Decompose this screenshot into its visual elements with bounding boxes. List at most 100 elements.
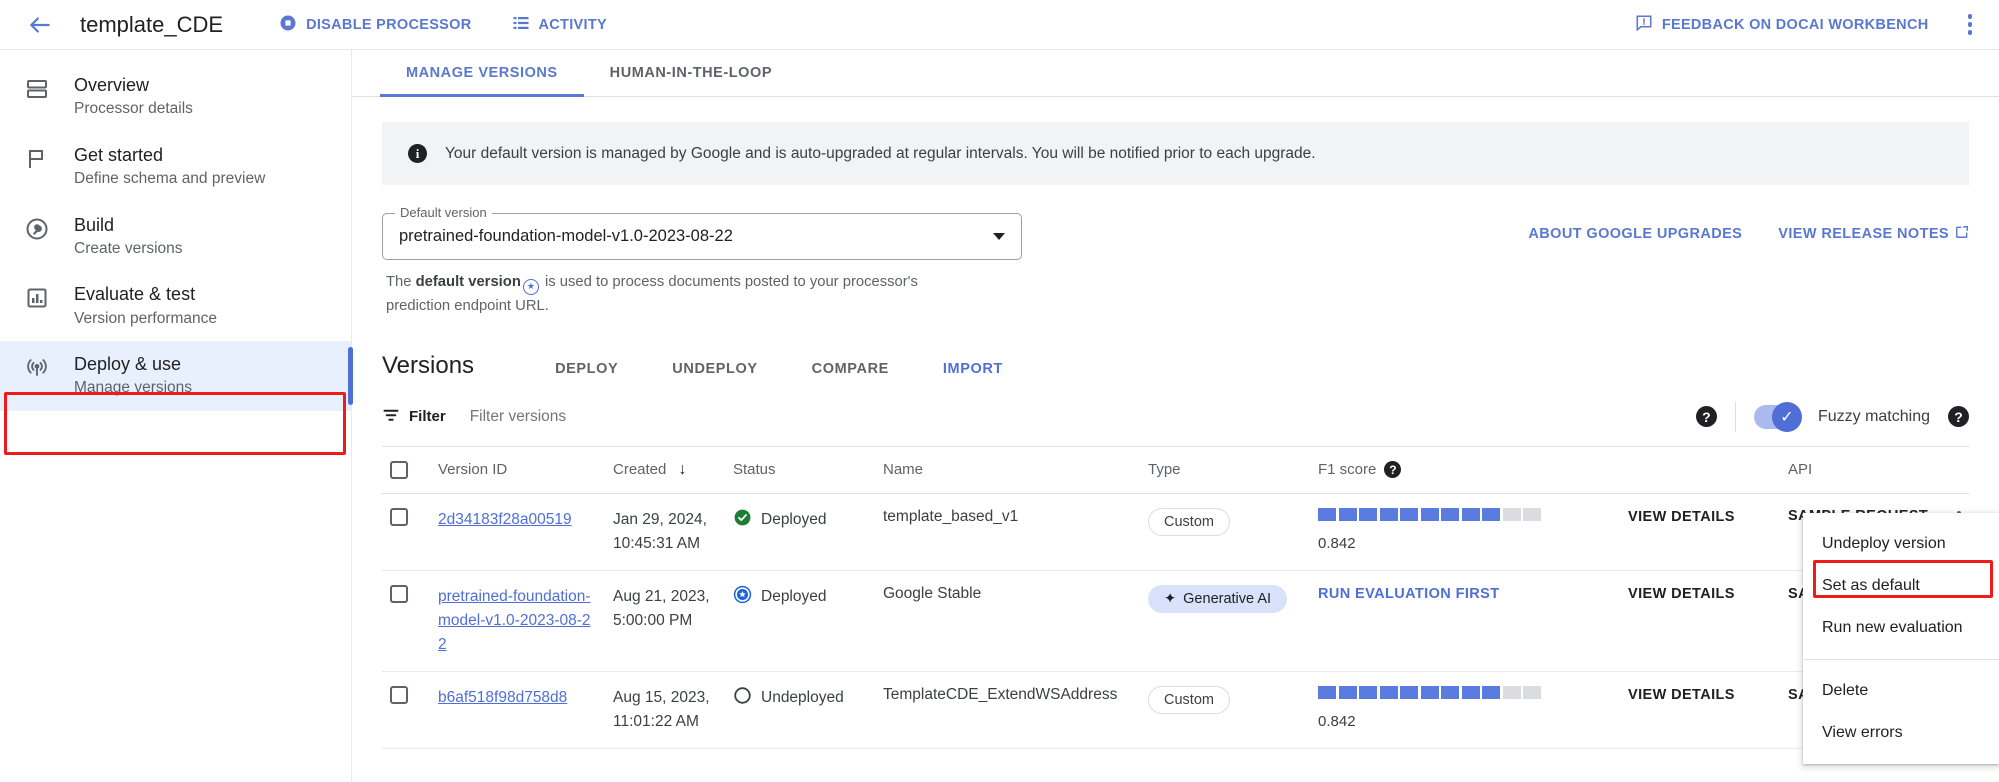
row-checkbox[interactable] <box>390 508 408 526</box>
tab-manage-versions[interactable]: MANAGE VERSIONS <box>380 50 584 96</box>
page-title: template_CDE <box>80 12 223 38</box>
versions-heading: Versions <box>382 352 474 380</box>
run-evaluation-first-link[interactable]: RUN EVALUATION FIRST <box>1318 586 1499 602</box>
header-created[interactable]: Created ↓ <box>605 447 725 494</box>
header-f1-score[interactable]: F1 score ? <box>1310 447 1620 494</box>
filter-icon <box>382 406 400 428</box>
fuzzy-matching-toggle[interactable]: ✓ <box>1754 405 1800 429</box>
import-button[interactable]: IMPORT <box>916 361 1030 377</box>
table-row[interactable]: pretrained-foundation-model-v1.0-2023-08… <box>382 570 1969 671</box>
sidebar-item-overview[interactable]: Overview Processor details <box>0 62 351 132</box>
feedback-button[interactable]: FEEDBACK ON DOCAI WORKBENCH <box>1635 14 1929 36</box>
row-checkbox[interactable] <box>390 585 408 603</box>
header-details <box>1620 447 1780 494</box>
sidebar-item-deploy-use[interactable]: Deploy & use Manage versions <box>0 341 351 411</box>
version-id-link[interactable]: pretrained-foundation-model-v1.0-2023-08… <box>438 585 597 657</box>
sidebar-item-evaluate-test[interactable]: Evaluate & test Version performance <box>0 271 351 341</box>
compare-button[interactable]: COMPARE <box>785 361 916 377</box>
header-version-id[interactable]: Version ID <box>430 447 605 494</box>
row-version-id-cell: 2d34183f28a00519 <box>430 493 605 570</box>
type-chip: Custom <box>1148 508 1230 536</box>
version-id-link[interactable]: b6af518f98d758d8 <box>438 686 567 710</box>
default-version-row: Default version pretrained-foundation-mo… <box>382 213 1969 318</box>
select-all-checkbox[interactable] <box>390 461 408 479</box>
sidebar-item-get-started-title: Get started <box>74 143 265 167</box>
back-arrow-icon[interactable] <box>22 7 58 43</box>
header-type[interactable]: Type <box>1140 447 1310 494</box>
view-details-link[interactable]: VIEW DETAILS <box>1628 586 1735 602</box>
row-created-cell: Jan 29, 2024, 10:45:31 AM <box>605 493 725 570</box>
sidebar-item-evaluate-test-title: Evaluate & test <box>74 282 217 306</box>
table-row[interactable]: 2d34183f28a00519 Jan 29, 2024, 10:45:31 … <box>382 493 1969 570</box>
arrow-down-icon: ↓ <box>679 461 687 479</box>
activity-label: ACTIVITY <box>539 17 607 33</box>
row-checkbox-cell <box>382 570 430 671</box>
disable-processor-button[interactable]: DISABLE PROCESSOR <box>279 14 471 36</box>
info-icon: i <box>408 144 427 163</box>
view-release-notes-link[interactable]: VIEW RELEASE NOTES <box>1778 225 1969 243</box>
bar-chart-icon <box>22 283 52 313</box>
broadcast-icon <box>22 353 52 383</box>
help-bold: default version <box>416 274 521 290</box>
activity-button[interactable]: ACTIVITY <box>512 14 607 36</box>
menu-item-run-new-evaluation[interactable]: Run new evaluation <box>1803 607 1999 649</box>
undeploy-button[interactable]: UNDEPLOY <box>645 361 784 377</box>
sidebar-item-get-started[interactable]: Get started Define schema and preview <box>0 132 351 202</box>
header-status[interactable]: Status <box>725 447 875 494</box>
main-scroll-area: i Your default version is managed by Goo… <box>352 97 1999 782</box>
sidebar-item-get-started-subtitle: Define schema and preview <box>74 168 265 190</box>
row-checkbox-cell <box>382 493 430 570</box>
top-app-bar: template_CDE DISABLE PROCESSOR ACTIVITY … <box>0 0 1999 50</box>
status-label: Undeployed <box>761 689 844 707</box>
row-checkbox[interactable] <box>390 686 408 704</box>
menu-item-view-errors[interactable]: View errors <box>1803 712 1999 754</box>
upgrade-links: ABOUT GOOGLE UPGRADES VIEW RELEASE NOTES <box>1528 213 1969 243</box>
f1-score-value: 0.842 <box>1318 535 1612 552</box>
sidebar-item-build[interactable]: Build Create versions <box>0 202 351 272</box>
menu-separator <box>1803 659 1999 660</box>
row-status-cell: Undeployed <box>725 671 875 748</box>
default-version-legend: Default version <box>395 205 492 220</box>
header-created-label: Created <box>613 461 666 478</box>
fuzzy-matching-help-icon[interactable]: ? <box>1948 406 1969 427</box>
sidebar-item-evaluate-test-subtitle: Version performance <box>74 308 217 330</box>
row-status-cell: Deployed <box>725 570 875 671</box>
table-row[interactable]: b6af518f98d758d8 Aug 15, 2023, 11:01:22 … <box>382 671 1969 748</box>
menu-item-undeploy-version[interactable]: Undeploy version <box>1803 523 1999 565</box>
header-api[interactable]: API <box>1780 447 1969 494</box>
select-all-header <box>382 447 430 494</box>
flag-icon <box>22 144 52 174</box>
chevron-down-icon <box>993 233 1005 240</box>
view-details-link[interactable]: VIEW DETAILS <box>1628 687 1735 703</box>
row-version-id-cell: pretrained-foundation-model-v1.0-2023-08… <box>430 570 605 671</box>
star-badge-icon: ★ <box>523 279 539 295</box>
fuzzy-matching-label: Fuzzy matching <box>1818 408 1930 426</box>
menu-item-set-as-default[interactable]: Set as default <box>1803 565 1999 607</box>
row-checkbox-cell <box>382 671 430 748</box>
menu-item-delete[interactable]: Delete <box>1803 670 1999 712</box>
status-label: Deployed <box>761 511 827 529</box>
f1-score-value: 0.842 <box>1318 713 1612 730</box>
deploy-button[interactable]: DEPLOY <box>528 361 645 377</box>
default-version-help: The default version★ is used to process … <box>382 271 1022 318</box>
version-id-link[interactable]: 2d34183f28a00519 <box>438 508 572 532</box>
type-chip-generative: ✦ Generative AI <box>1148 585 1287 613</box>
versions-table-body: 2d34183f28a00519 Jan 29, 2024, 10:45:31 … <box>382 493 1969 748</box>
kebab-menu-icon[interactable] <box>1959 8 1982 41</box>
default-version-select[interactable]: Default version pretrained-foundation-mo… <box>382 213 1022 260</box>
about-google-upgrades-link[interactable]: ABOUT GOOGLE UPGRADES <box>1528 226 1742 242</box>
disable-processor-label: DISABLE PROCESSOR <box>306 17 471 33</box>
feedback-label: FEEDBACK ON DOCAI WORKBENCH <box>1662 17 1929 33</box>
view-details-link[interactable]: VIEW DETAILS <box>1628 509 1735 525</box>
about-google-upgrades-label: ABOUT GOOGLE UPGRADES <box>1528 226 1742 242</box>
view-release-notes-label: VIEW RELEASE NOTES <box>1778 226 1949 242</box>
versions-toolbar: Versions DEPLOY UNDEPLOY COMPARE IMPORT <box>382 352 1969 380</box>
help-icon[interactable]: ? <box>1696 406 1717 427</box>
filter-input[interactable] <box>468 407 728 427</box>
sidebar-item-build-title: Build <box>74 213 183 237</box>
row-f1-cell: 0.842 <box>1310 493 1620 570</box>
filter-button[interactable]: Filter <box>382 406 446 428</box>
f1-help-icon[interactable]: ? <box>1384 461 1401 478</box>
header-name[interactable]: Name <box>875 447 1140 494</box>
tab-human-in-the-loop[interactable]: HUMAN-IN-THE-LOOP <box>584 50 798 96</box>
